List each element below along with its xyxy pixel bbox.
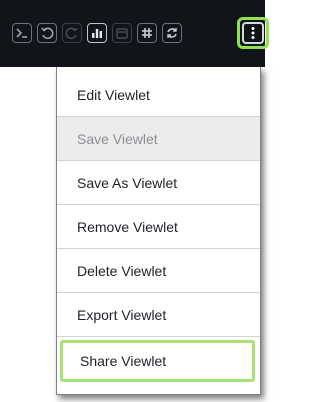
menu-item-save-as-viewlet[interactable]: Save As Viewlet — [57, 161, 260, 205]
grid-button[interactable] — [137, 23, 157, 43]
more-vertical-icon — [251, 27, 255, 39]
menu-item-remove-viewlet[interactable]: Remove Viewlet — [57, 205, 260, 249]
calendar-icon — [116, 28, 128, 39]
more-options-button[interactable] — [242, 22, 264, 44]
menu-item-export-viewlet[interactable]: Export Viewlet — [57, 293, 260, 337]
menu-item-share-viewlet[interactable]: Share Viewlet — [60, 340, 255, 382]
grid-icon — [142, 28, 152, 38]
chart-button[interactable] — [87, 23, 107, 43]
refresh-button[interactable] — [162, 23, 182, 43]
undo-icon — [41, 27, 54, 40]
menu-item-delete-viewlet[interactable]: Delete Viewlet — [57, 249, 260, 293]
undo-button[interactable] — [37, 23, 57, 43]
terminal-icon — [16, 28, 27, 38]
redo-icon — [65, 27, 78, 40]
bar-chart-icon — [92, 29, 102, 38]
menu-item-edit-viewlet[interactable]: Edit Viewlet — [57, 73, 260, 117]
calendar-button[interactable] — [112, 23, 132, 43]
redo-button[interactable] — [62, 23, 82, 43]
menu-item-save-viewlet[interactable]: Save Viewlet — [57, 117, 260, 161]
viewlet-menu: Edit Viewlet Save Viewlet Save As Viewle… — [56, 67, 261, 395]
toolbar — [0, 0, 269, 67]
refresh-icon — [167, 28, 177, 38]
terminal-button[interactable] — [12, 23, 32, 43]
